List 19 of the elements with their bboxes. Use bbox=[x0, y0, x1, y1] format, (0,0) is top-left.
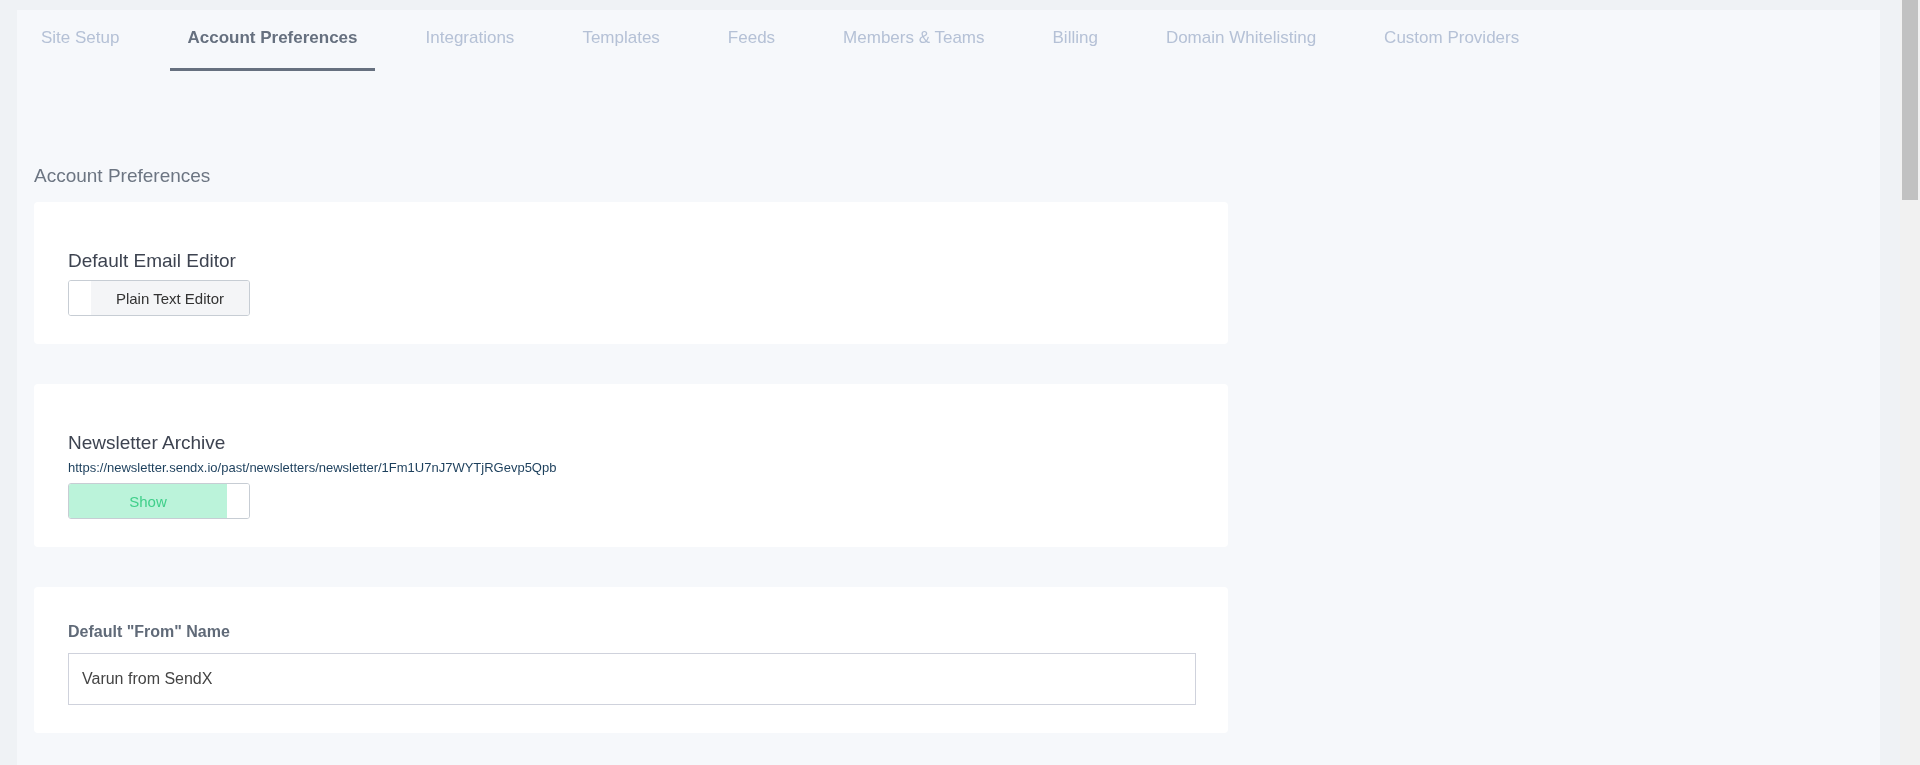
tab[interactable]: Billing bbox=[1035, 10, 1115, 71]
tab[interactable]: Feeds bbox=[710, 10, 793, 71]
section-title: Account Preferences bbox=[34, 165, 212, 187]
name-field[interactable]: Varun from SendX bbox=[68, 653, 1196, 705]
tab[interactable]: Domain Whitelisting bbox=[1148, 10, 1334, 71]
toggle-switch[interactable]: Plain Text Editor bbox=[68, 280, 250, 316]
tab[interactable]: Integrations bbox=[408, 10, 532, 71]
toggle-switch[interactable]: Show bbox=[68, 483, 250, 519]
card-title: Default "From" Name bbox=[68, 623, 231, 641]
scrollbar-thumb[interactable] bbox=[1902, 0, 1918, 200]
scrollbar[interactable] bbox=[1900, 0, 1920, 765]
tab[interactable]: Account Preferences bbox=[170, 10, 375, 71]
tab[interactable]: Custom Providers bbox=[1367, 10, 1537, 71]
tab[interactable]: Templates bbox=[565, 10, 677, 71]
card-title: Default Email Editor bbox=[68, 250, 237, 272]
archive-link[interactable]: https://newsletter.sendx.io/past/newsletters/newsletter/1Fm1U7nJ7WYTjRGevp5Qpb bbox=[68, 460, 1198, 475]
tab[interactable]: Members & Teams bbox=[826, 10, 1002, 71]
card-title: Newsletter Archive bbox=[68, 432, 227, 454]
tab[interactable]: Site Setup bbox=[41, 10, 137, 71]
